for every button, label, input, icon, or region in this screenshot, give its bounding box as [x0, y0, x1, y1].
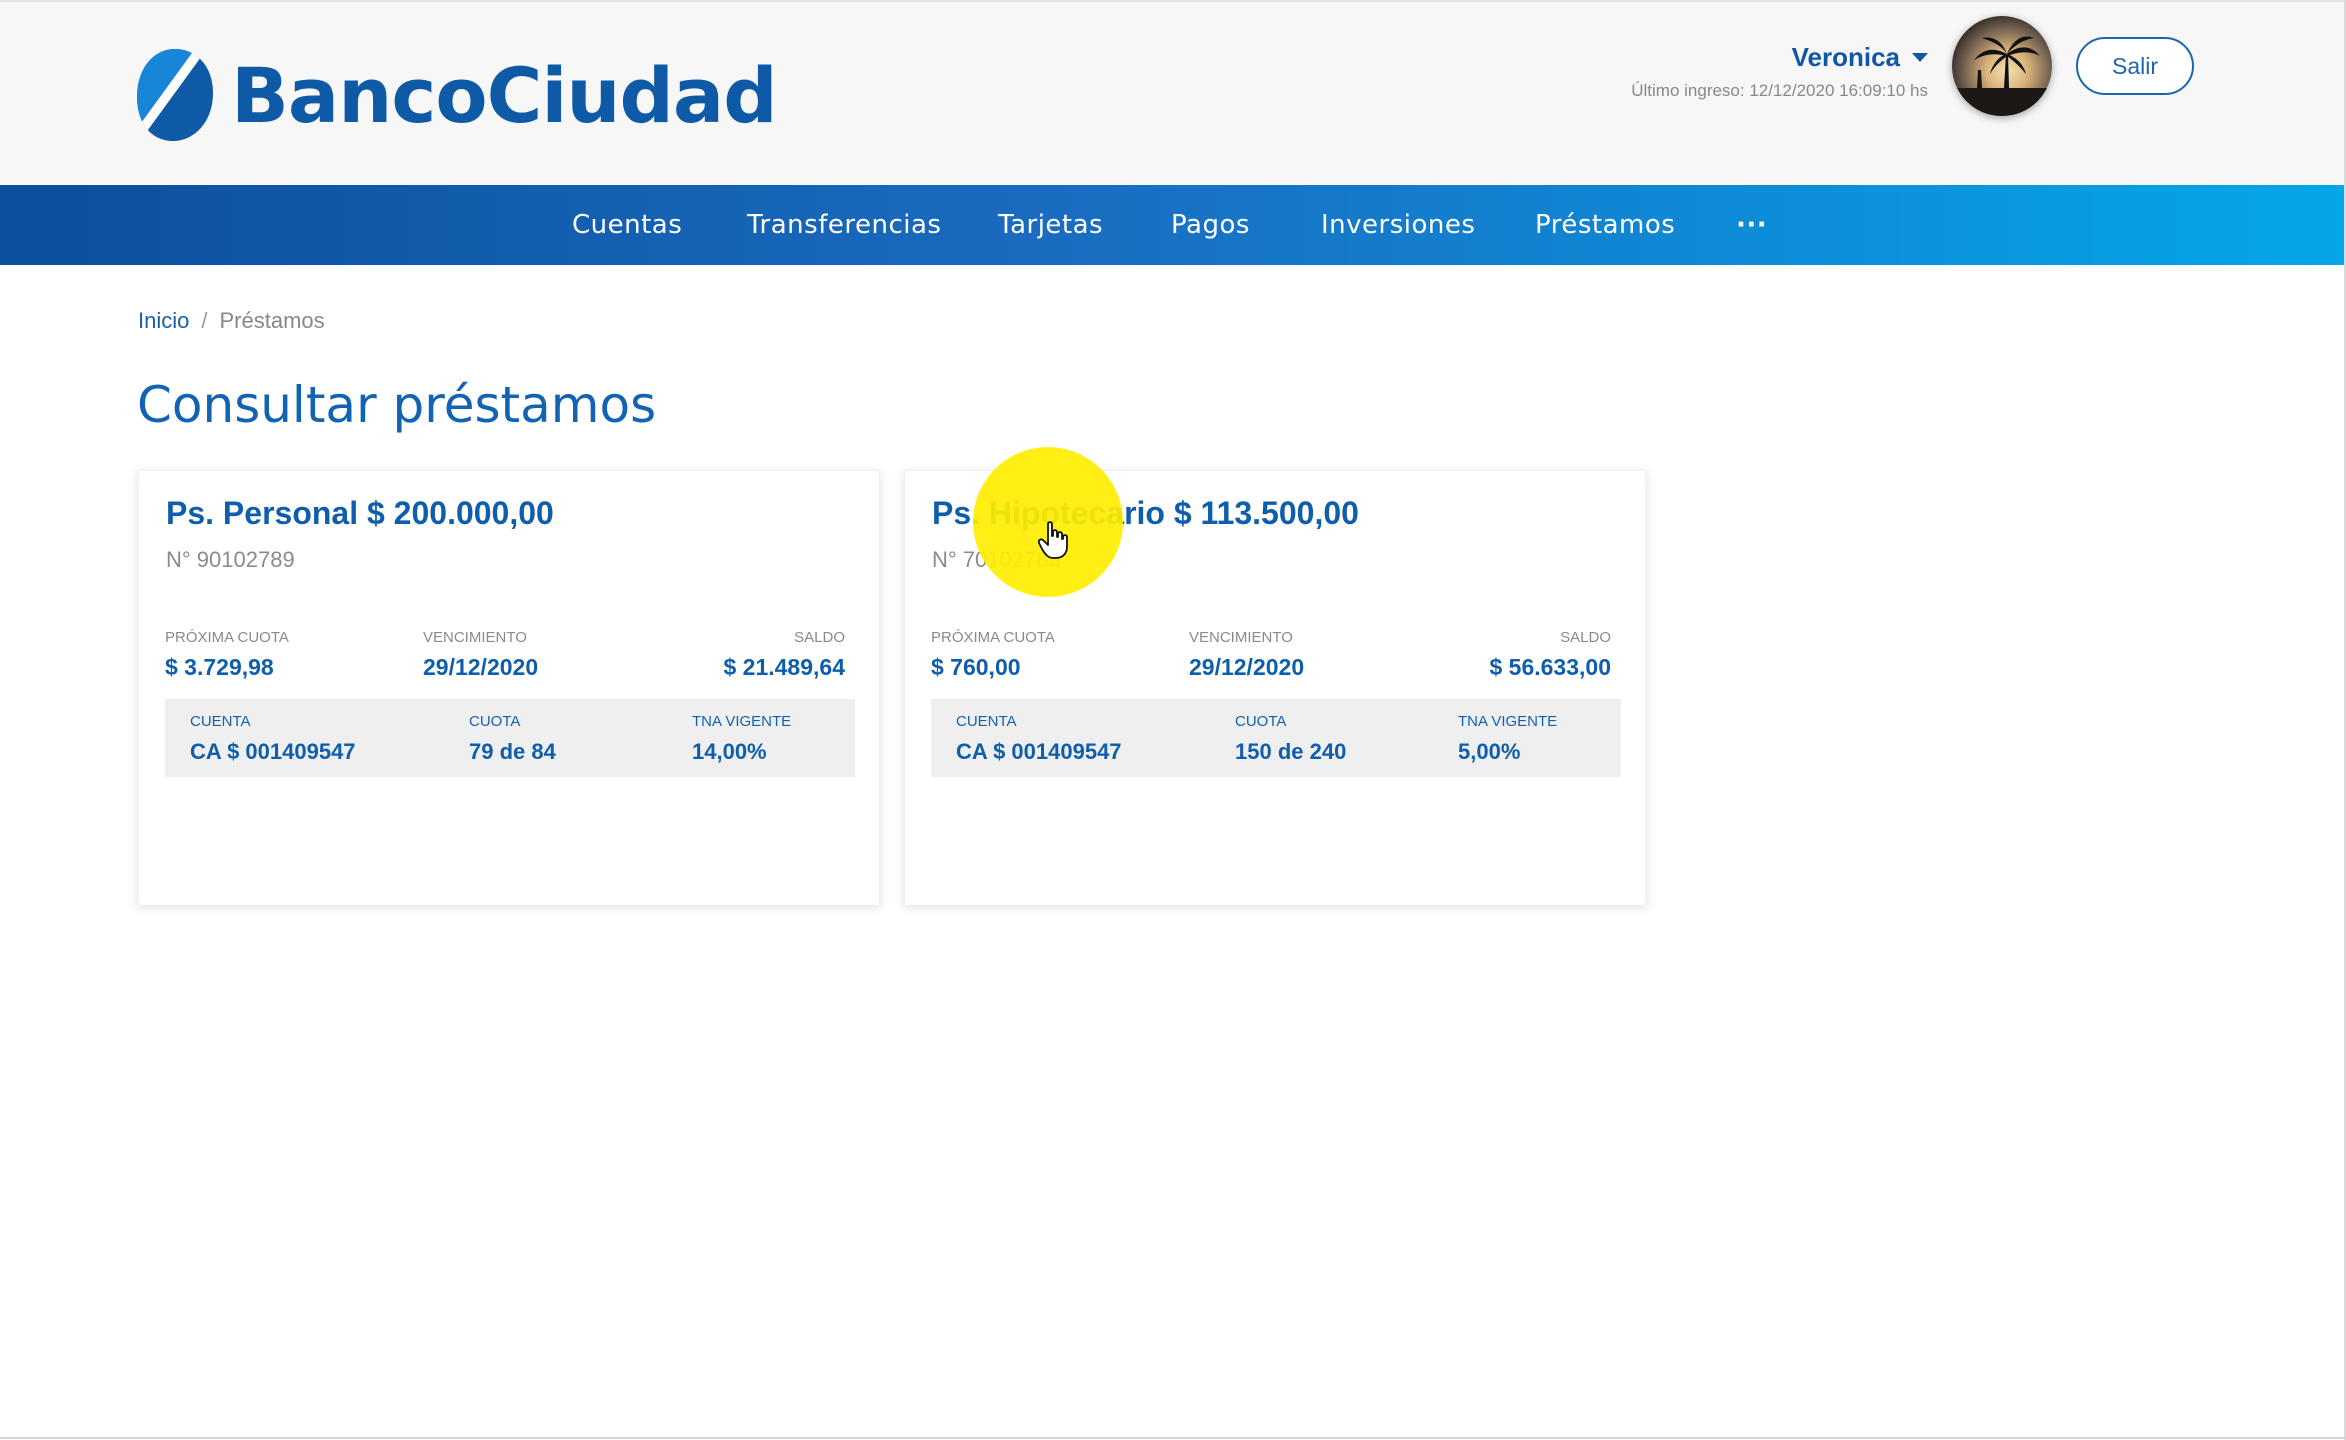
- logo-mark-icon: [137, 49, 213, 141]
- account: CUENTA CA $ 001409547: [956, 713, 1122, 765]
- nav-item-tarjetas[interactable]: Tarjetas: [998, 185, 1103, 265]
- nav-item-inversiones[interactable]: Inversiones: [1321, 185, 1475, 265]
- rate-value: 14,00%: [692, 739, 767, 764]
- loan-number: N° 70102783: [932, 547, 1061, 572]
- header: BancoCiudad Veronica Último ingreso: 12/…: [0, 0, 2346, 185]
- avatar[interactable]: [1952, 16, 2052, 116]
- installment: CUOTA 150 de 240: [1235, 713, 1346, 765]
- loan-title[interactable]: Ps. Personal $ 200.000,00: [166, 495, 554, 532]
- loan-number: N° 90102789: [166, 547, 295, 572]
- balance: SALDO $ 56.633,00: [1489, 629, 1611, 681]
- balance-value: $ 21.489,64: [723, 654, 845, 680]
- due-date: VENCIMIENTO 29/12/2020: [1189, 629, 1304, 681]
- account-value: CA $ 001409547: [190, 739, 356, 764]
- rate: TNA VIGENTE 5,00%: [1458, 713, 1557, 765]
- installment-label: CUOTA: [1235, 713, 1287, 730]
- balance: SALDO $ 21.489,64: [723, 629, 845, 681]
- breadcrumb-current: Préstamos: [219, 308, 325, 333]
- nav-item-cuentas[interactable]: Cuentas: [572, 185, 682, 265]
- due-date-value: 29/12/2020: [1189, 654, 1305, 680]
- next-installment-value: $ 3.729,98: [165, 654, 274, 680]
- more-icon[interactable]: ···: [1736, 185, 1767, 265]
- balance-label: SALDO: [1560, 629, 1611, 646]
- due-date-value: 29/12/2020: [423, 654, 539, 680]
- chevron-down-icon: [1912, 53, 1928, 62]
- next-installment-label: PRÓXIMA CUOTA: [165, 629, 289, 646]
- rate-label: TNA VIGENTE: [1458, 713, 1558, 730]
- account-label: CUENTA: [190, 713, 251, 730]
- page-title: Consultar préstamos: [137, 376, 657, 434]
- balance-label: SALDO: [794, 629, 845, 646]
- account-label: CUENTA: [956, 713, 1017, 730]
- installment: CUOTA 79 de 84: [469, 713, 556, 765]
- brand-name: BancoCiudad: [231, 50, 778, 140]
- due-date-label: VENCIMIENTO: [423, 629, 527, 646]
- rate-value: 5,00%: [1458, 739, 1521, 764]
- user-name: Veronica: [1791, 42, 1900, 72]
- nav-item-prestamos[interactable]: Préstamos: [1535, 185, 1675, 265]
- account: CUENTA CA $ 001409547: [190, 713, 356, 765]
- nav-item-pagos[interactable]: Pagos: [1171, 185, 1250, 265]
- last-login: Último ingreso: 12/12/2020 16:09:10 hs: [1631, 81, 1928, 100]
- breadcrumb: Inicio / Préstamos: [138, 308, 325, 334]
- logout-button[interactable]: Salir: [2076, 37, 2194, 95]
- page: BancoCiudad Veronica Último ingreso: 12/…: [0, 0, 2346, 1440]
- loan-title[interactable]: Ps. Hipotecario $ 113.500,00: [932, 495, 1359, 532]
- installment-value: 150 de 240: [1235, 739, 1347, 764]
- installment-label: CUOTA: [469, 713, 521, 730]
- next-installment-label: PRÓXIMA CUOTA: [931, 629, 1055, 646]
- due-date-label: VENCIMIENTO: [1189, 629, 1293, 646]
- account-value: CA $ 001409547: [956, 739, 1122, 764]
- next-installment: PRÓXIMA CUOTA $ 3.729,98: [165, 629, 289, 681]
- main-nav: Cuentas Transferencias Tarjetas Pagos In…: [0, 185, 2346, 265]
- loan-card[interactable]: Ps. Personal $ 200.000,00 N° 90102789 PR…: [138, 470, 880, 906]
- avatar-image: [1952, 16, 2052, 116]
- breadcrumb-home[interactable]: Inicio: [138, 308, 189, 334]
- next-installment: PRÓXIMA CUOTA $ 760,00: [931, 629, 1055, 681]
- loan-details: CUENTA CA $ 001409547 CUOTA 79 de 84 TNA…: [165, 699, 855, 777]
- installment-value: 79 de 84: [469, 739, 556, 764]
- balance-value: $ 56.633,00: [1489, 654, 1611, 680]
- brand-logo[interactable]: BancoCiudad: [135, 45, 778, 145]
- due-date: VENCIMIENTO 29/12/2020: [423, 629, 538, 681]
- user-block: Veronica Último ingreso: 12/12/2020 16:0…: [1631, 42, 1928, 101]
- rate-label: TNA VIGENTE: [692, 713, 792, 730]
- breadcrumb-separator: /: [201, 308, 208, 333]
- loan-card[interactable]: Ps. Hipotecario $ 113.500,00 N° 70102783…: [904, 470, 1646, 906]
- rate: TNA VIGENTE 14,00%: [692, 713, 791, 765]
- next-installment-value: $ 760,00: [931, 654, 1021, 680]
- user-menu[interactable]: Veronica: [1792, 42, 1928, 73]
- loan-details: CUENTA CA $ 001409547 CUOTA 150 de 240 T…: [931, 699, 1621, 777]
- window-bottom-edge: [0, 1437, 2346, 1439]
- nav-item-transferencias[interactable]: Transferencias: [747, 185, 941, 265]
